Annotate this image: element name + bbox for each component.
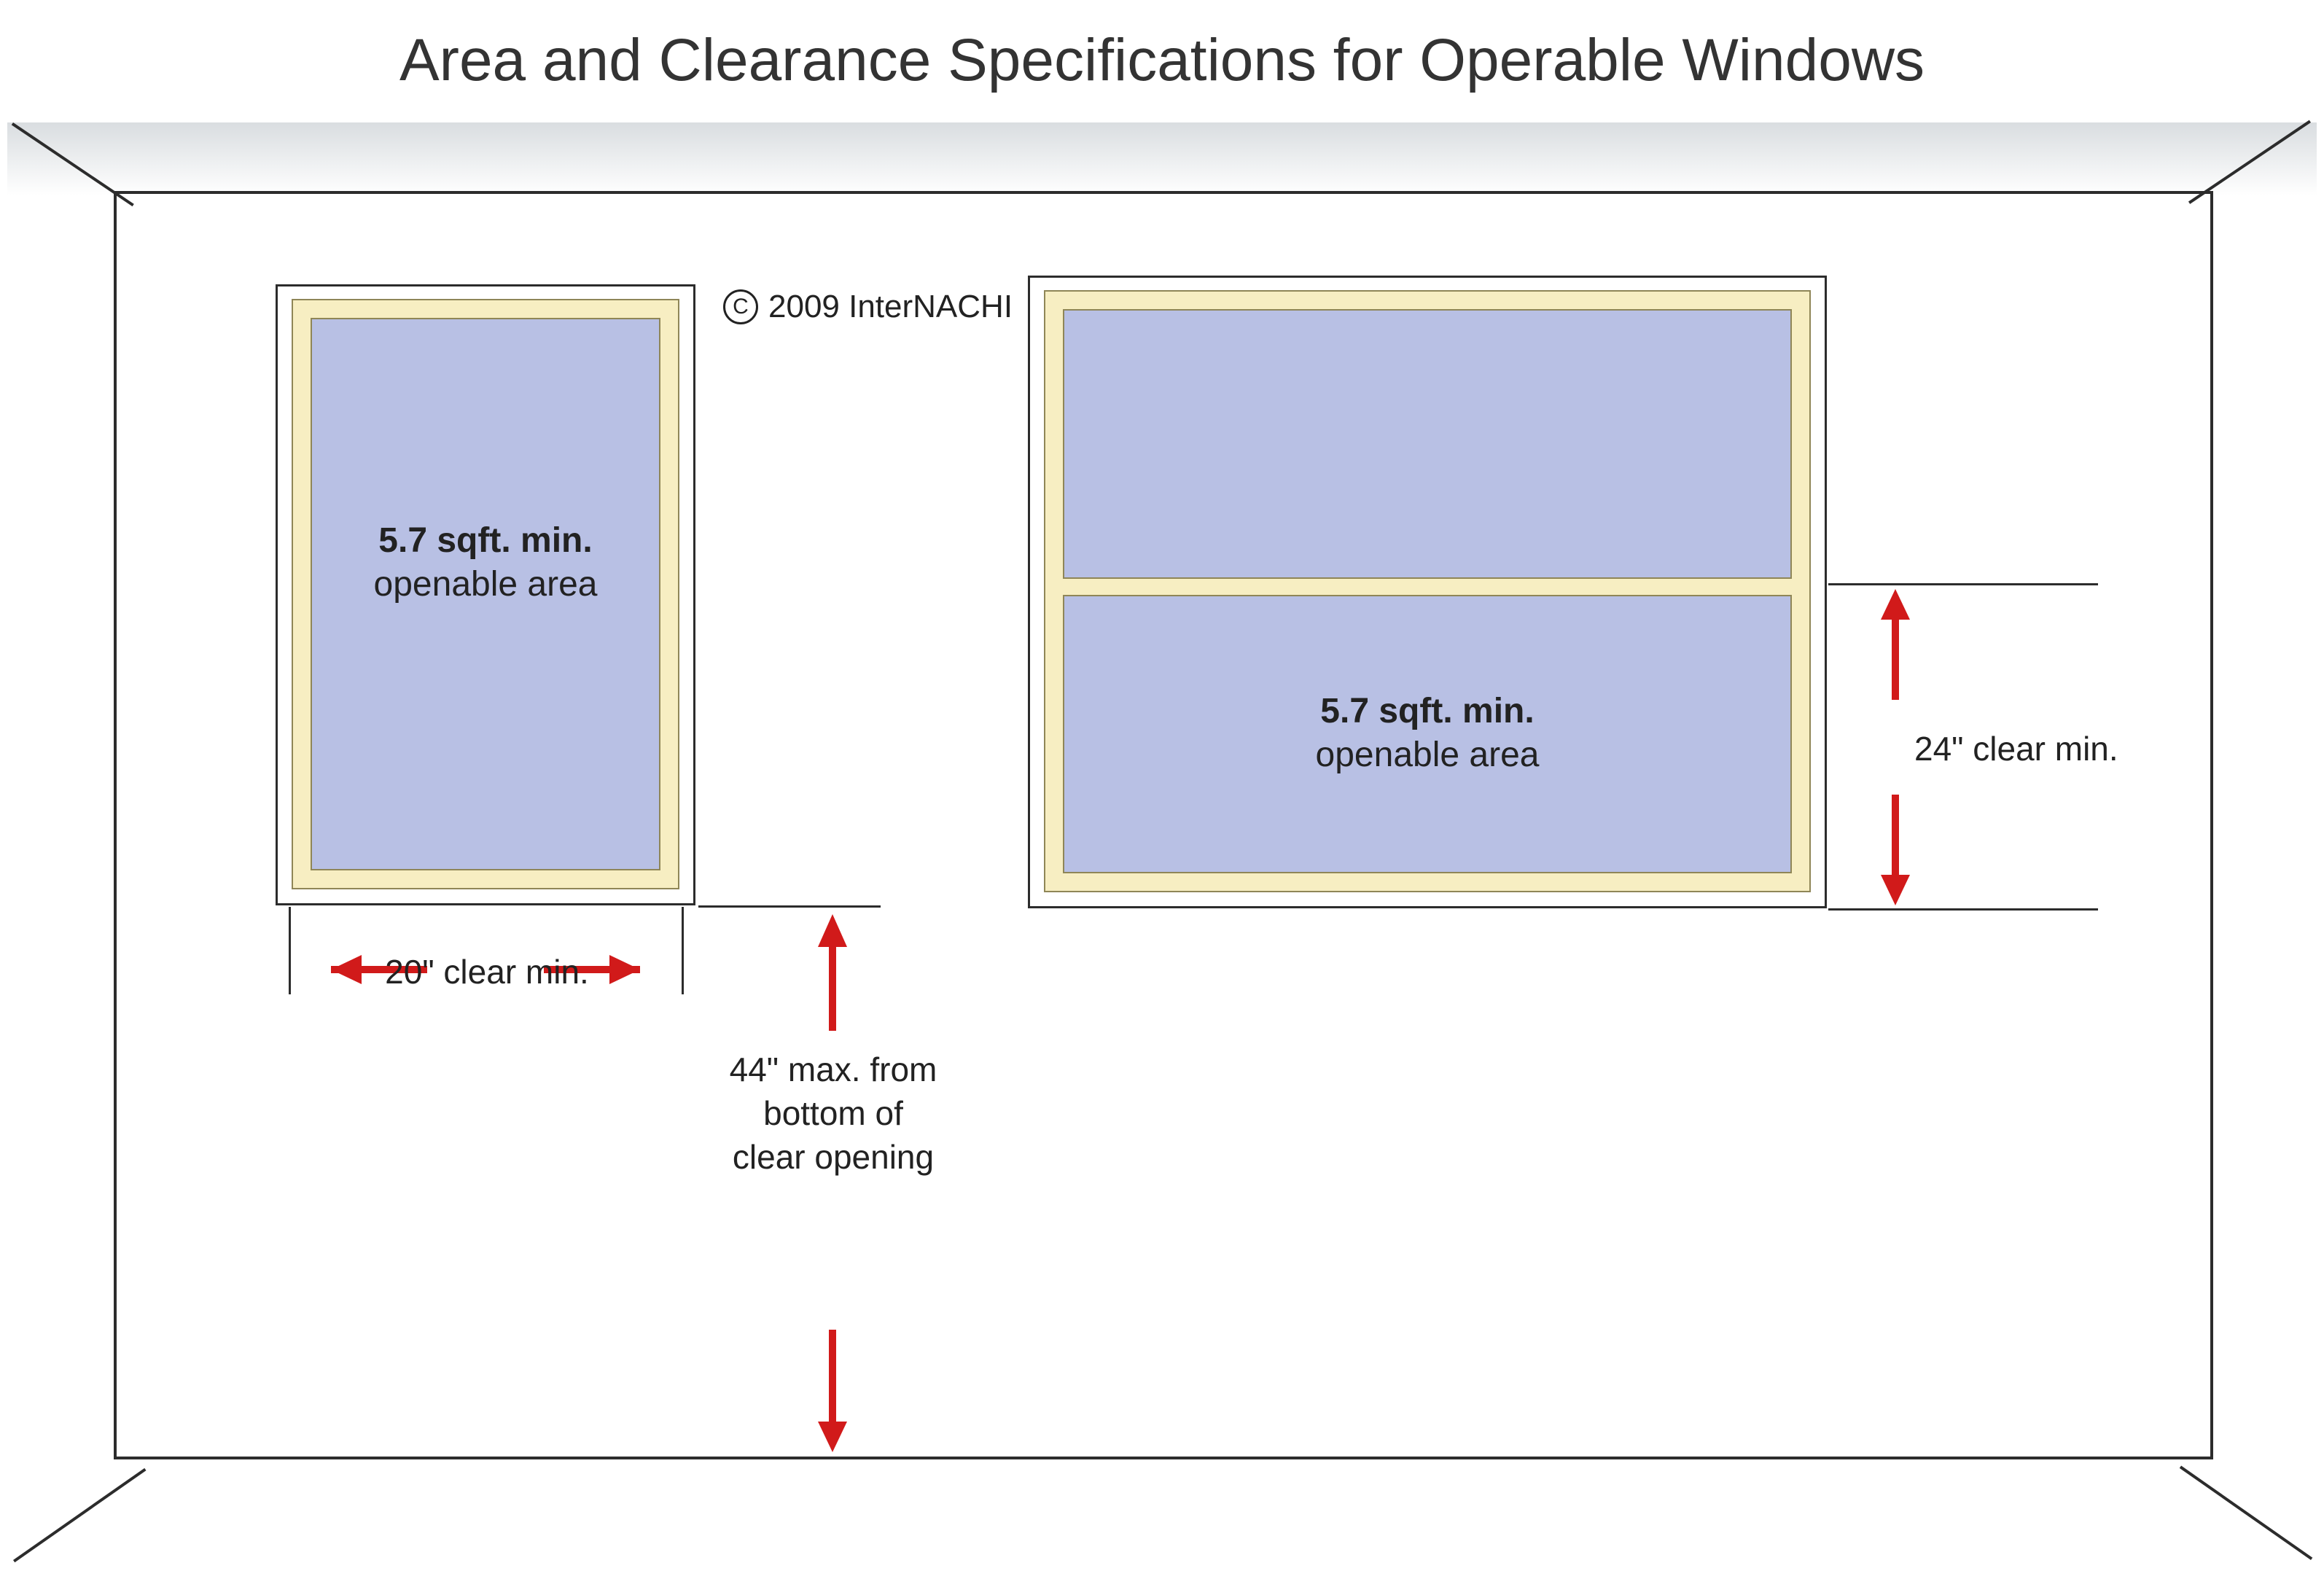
dim-sill-line3: clear opening [698, 1136, 968, 1180]
casement-area-value: 5.7 sqft. min. [311, 519, 660, 563]
copyright-icon: C [723, 289, 758, 324]
dim-sill-line2: bottom of [698, 1092, 968, 1136]
room-corner-line [13, 1468, 147, 1562]
ceiling-gradient [7, 122, 2317, 195]
dim-sill-arrow [811, 907, 854, 1459]
copyright-label: C 2009 InterNACHI [723, 289, 1013, 325]
dim-height-arrow [1873, 583, 1917, 911]
dim-sill-line1: 44" max. from [698, 1048, 968, 1092]
copyright-text: 2009 InterNACHI [768, 289, 1013, 325]
room-corner-line [2180, 1466, 2313, 1560]
diagram-title: Area and Clearance Specifications for Op… [0, 26, 2324, 95]
dim-sill-label: 44" max. from bottom of clear opening [698, 1048, 968, 1179]
double-hung-upper-sash [1063, 309, 1792, 579]
double-hung-area-value: 5.7 sqft. min. [1063, 690, 1792, 733]
dim-height-tick-bottom [1828, 908, 2098, 911]
double-hung-area-label: 5.7 sqft. min. openable area [1063, 690, 1792, 777]
dim-height-label: 24" clear min. [1914, 728, 2162, 771]
casement-area-label: 5.7 sqft. min. openable area [311, 519, 660, 607]
casement-area-caption: openable area [311, 563, 660, 607]
double-hung-area-caption: openable area [1063, 733, 1792, 777]
dim-width-label: 20" clear min. [356, 951, 618, 994]
dim-height-tick-top [1828, 583, 2098, 585]
